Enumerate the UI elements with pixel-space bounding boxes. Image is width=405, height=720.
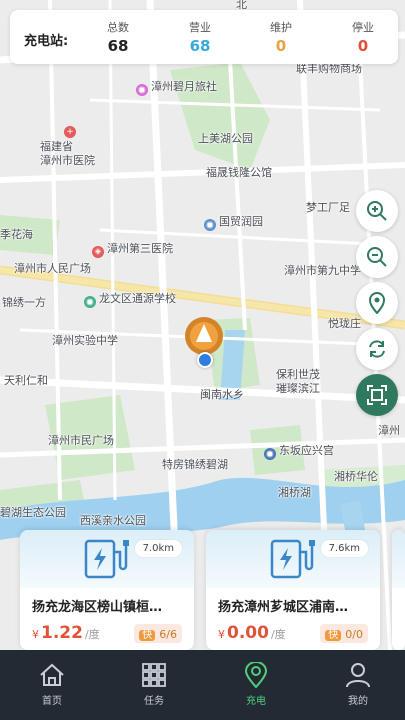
tab-label: 任务	[144, 696, 164, 707]
locate-icon	[368, 292, 386, 314]
building-icon: ▪	[204, 219, 216, 231]
refresh-icon	[369, 340, 385, 358]
charge-pin-icon	[244, 662, 268, 688]
station-price: ¥1.22/度	[32, 623, 100, 643]
poi-label: 漳州市医院	[40, 154, 95, 167]
school-icon: ▪	[84, 296, 96, 308]
temple-icon: ▪	[264, 448, 276, 460]
stat-maintenance: 维护 0	[251, 21, 311, 57]
tab-home[interactable]: 首页	[12, 662, 92, 707]
station-price: ¥0.00/度	[218, 623, 286, 643]
poi-label: 西溪亲水公园	[80, 514, 146, 527]
poi-label: 季花海	[0, 228, 33, 241]
fast-charger-badge: 快 0/0	[320, 624, 368, 643]
stat-open: 营业 68	[170, 21, 230, 57]
poi-label: 悦珑庄	[328, 317, 361, 330]
hospital-icon: +	[92, 246, 104, 258]
price-unit: /度	[270, 628, 286, 641]
charger-icon	[84, 539, 129, 579]
price-currency: ¥	[218, 628, 225, 641]
poi-label: 锦绣一方	[2, 296, 46, 309]
fast-tag: 快	[139, 630, 156, 641]
poi-label: 漳州	[378, 424, 400, 437]
poi-label: ▪ 国贸润园	[204, 215, 263, 231]
stat-value: 0	[275, 37, 287, 55]
poi-label: 梦工厂足	[306, 201, 350, 214]
distance-badge: 7.0km	[134, 540, 182, 557]
distance-badge: 7.6km	[320, 540, 368, 557]
fast-count: 0/0	[345, 628, 363, 641]
stat-closed: 停业 0	[333, 21, 393, 57]
poi-label: 天利仁和	[4, 374, 48, 387]
grid-icon	[142, 663, 166, 687]
home-icon	[40, 663, 64, 686]
poi-label: 福晟钱隆公馆	[206, 166, 272, 179]
poi-label: 漳州市人民广场	[14, 262, 91, 275]
tab-label: 首页	[42, 696, 62, 707]
stat-title: 停业	[352, 21, 374, 34]
tab-profile[interactable]: 我的	[318, 662, 398, 707]
poi-label: 福建省	[40, 140, 73, 153]
zoom-in-button[interactable]	[356, 190, 398, 232]
station-name: 扬充龙海区榜山镇桓…	[32, 600, 163, 615]
poi-label: 特房锦绣碧湖	[162, 458, 228, 471]
station-card-header: 7.0km	[20, 530, 194, 588]
hotel-icon: ▪	[136, 84, 148, 96]
hospital-icon: +	[64, 126, 76, 138]
fast-count: 6/6	[159, 628, 177, 641]
price-unit: /度	[84, 628, 100, 641]
poi-label: 湘桥湖	[278, 486, 311, 499]
locate-button[interactable]	[356, 282, 398, 324]
profile-icon	[346, 663, 370, 688]
station-card-header	[392, 530, 405, 588]
scan-button[interactable]	[356, 374, 398, 416]
stat-value: 0	[357, 37, 369, 55]
scan-icon	[367, 385, 387, 405]
poi-label: 保利世茂	[276, 368, 320, 381]
stat-value: 68	[107, 37, 129, 55]
poi-label: ▪ 东坂应兴宫	[264, 444, 334, 460]
bottom-tab-bar: 首页 任务 充电 我的	[0, 650, 405, 720]
tab-tasks[interactable]: 任务	[114, 662, 194, 707]
poi-label: 闽南水乡	[200, 388, 244, 401]
poi-label: 联丰购物商场	[296, 62, 362, 75]
fast-tag: 快	[325, 630, 342, 641]
station-card-partial[interactable]	[392, 530, 405, 650]
station-name: 扬充漳州芗城区浦南…	[218, 600, 349, 615]
poi-label: ▪ 漳州碧月旅社	[136, 80, 217, 96]
station-card-header: 7.6km	[206, 530, 380, 588]
poi-label: 湘桥华伦	[334, 470, 378, 483]
poi-label: 漳州市第九中学	[284, 264, 361, 277]
poi-label: ▪ 龙文区通源学校	[84, 292, 176, 308]
stat-title: 营业	[189, 21, 211, 34]
poi-label: 漳州实验中学	[52, 334, 118, 347]
user-location-icon	[197, 352, 213, 368]
station-card[interactable]: 7.6km 扬充漳州芗城区浦南… ¥0.00/度 快 0/0	[206, 530, 380, 650]
poi-label: 碧湖生态公园	[0, 506, 66, 519]
poi-label: + 漳州第三医院	[92, 242, 173, 258]
price-currency: ¥	[32, 628, 39, 641]
tab-charge[interactable]: 充电	[216, 662, 296, 707]
zoom-out-icon	[367, 247, 387, 267]
stat-total: 总数 68	[88, 21, 148, 57]
station-stats-card: 充电站: 总数 68 营业 68 维护 0 停业 0	[10, 10, 398, 64]
zoom-in-icon	[367, 201, 387, 221]
zoom-out-button[interactable]	[356, 236, 398, 278]
stats-label: 充电站:	[24, 34, 69, 49]
station-card[interactable]: 7.0km 扬充龙海区榜山镇桓… ¥1.22/度 快 6/6	[20, 530, 194, 650]
poi-label: 漳州市民广场	[48, 434, 114, 447]
price-value: 1.22	[41, 623, 83, 643]
refresh-button[interactable]	[356, 328, 398, 370]
poi-label: 上美湖公园	[198, 132, 253, 145]
stat-title: 总数	[107, 21, 129, 34]
stat-title: 维护	[270, 21, 292, 34]
fast-charger-badge: 快 6/6	[134, 624, 182, 643]
poi-label: 璀璨滨江	[276, 382, 320, 395]
stat-value: 68	[189, 37, 211, 55]
tab-label: 我的	[348, 696, 368, 707]
charger-icon	[270, 539, 315, 579]
tab-label: 充电	[246, 696, 266, 707]
price-value: 0.00	[227, 623, 269, 643]
